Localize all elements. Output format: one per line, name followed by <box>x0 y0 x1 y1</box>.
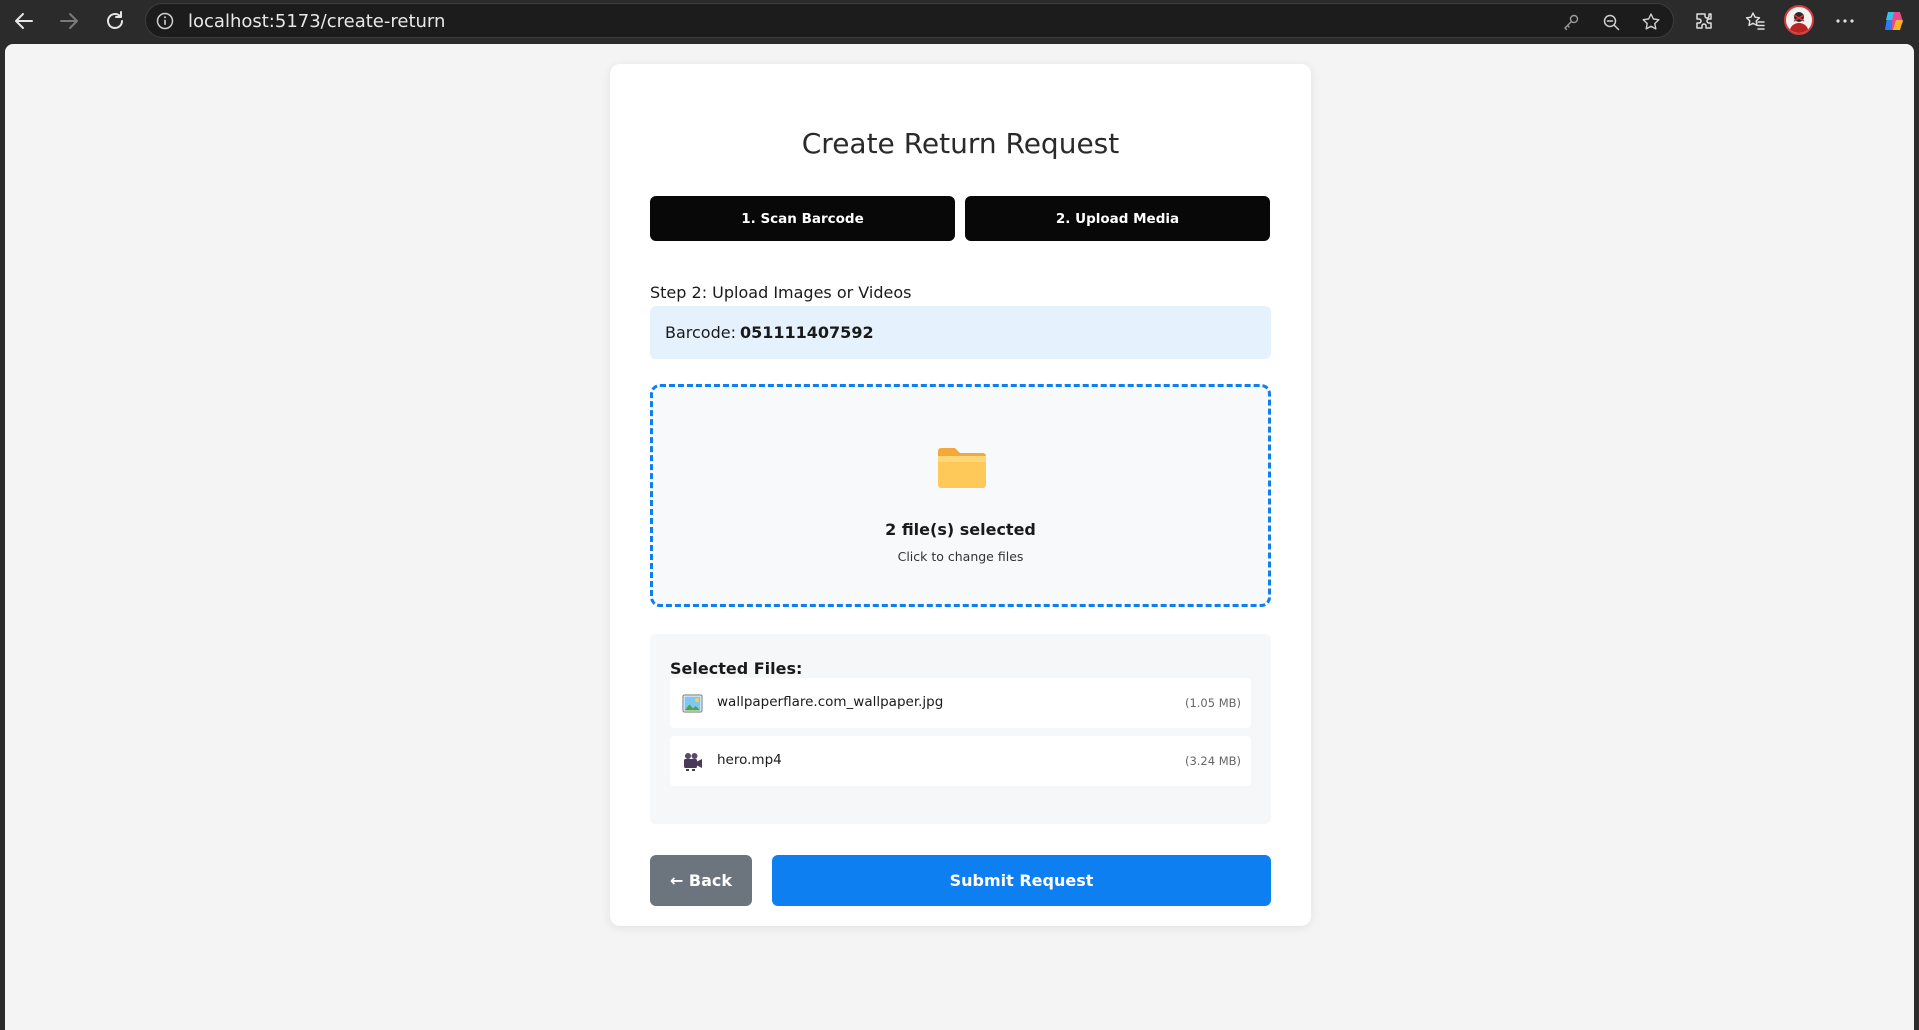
browser-toolbar: localhost:5173/create-return <box>0 0 1919 42</box>
barcode-value: 051111407592 <box>739 323 874 342</box>
return-request-card: Create Return Request 1. Scan Barcode 2.… <box>610 64 1311 926</box>
copilot-icon[interactable] <box>1878 5 1910 37</box>
address-bar[interactable]: localhost:5173/create-return <box>145 3 1674 38</box>
file-size: (3.24 MB) <box>1184 754 1241 768</box>
file-size: (1.05 MB) <box>1184 696 1241 710</box>
selected-files-panel: Selected Files: wallpaperflare.com_wallp… <box>650 634 1271 824</box>
barcode-label: Barcode: <box>665 323 736 342</box>
change-files-hint: Click to change files <box>897 549 1024 564</box>
file-list-item: wallpaperflare.com_wallpaper.jpg (1.05 M… <box>670 678 1251 728</box>
selected-files-title: Selected Files: <box>670 659 803 678</box>
tab-scan-barcode[interactable]: 1. Scan Barcode <box>650 196 955 241</box>
site-info-icon[interactable] <box>156 12 174 30</box>
back-arrow-icon[interactable] <box>8 5 40 37</box>
extensions-icon[interactable] <box>1688 5 1720 37</box>
profile-avatar[interactable] <box>1784 5 1814 35</box>
forward-arrow-icon[interactable] <box>53 5 85 37</box>
tab-upload-media[interactable]: 2. Upload Media <box>965 196 1270 241</box>
folder-icon <box>938 448 986 488</box>
file-list-item: hero.mp4 (3.24 MB) <box>670 736 1251 786</box>
file-dropzone[interactable]: 2 file(s) selected Click to change files <box>650 384 1271 607</box>
favorites-icon[interactable] <box>1739 5 1771 37</box>
image-file-icon <box>682 694 703 713</box>
submit-request-button[interactable]: Submit Request <box>772 855 1271 906</box>
file-name: wallpaperflare.com_wallpaper.jpg <box>717 694 944 710</box>
favorite-star-icon[interactable] <box>1641 12 1661 32</box>
page-viewport: Create Return Request 1. Scan Barcode 2.… <box>5 44 1914 1030</box>
page-title: Create Return Request <box>801 127 1120 160</box>
more-options-icon[interactable] <box>1829 5 1861 37</box>
url-text[interactable]: localhost:5173/create-return <box>188 11 445 32</box>
step-heading: Step 2: Upload Images or Videos <box>650 283 912 302</box>
video-file-icon <box>684 753 702 771</box>
back-button[interactable]: ← Back <box>650 855 752 906</box>
key-icon[interactable] <box>1561 12 1581 32</box>
file-name: hero.mp4 <box>717 752 782 768</box>
zoom-icon[interactable] <box>1601 12 1621 32</box>
reload-icon[interactable] <box>99 5 131 37</box>
window-edge <box>1914 44 1919 1030</box>
barcode-display: Barcode: 051111407592 <box>650 306 1271 359</box>
files-selected-count: 2 file(s) selected <box>885 520 1036 539</box>
